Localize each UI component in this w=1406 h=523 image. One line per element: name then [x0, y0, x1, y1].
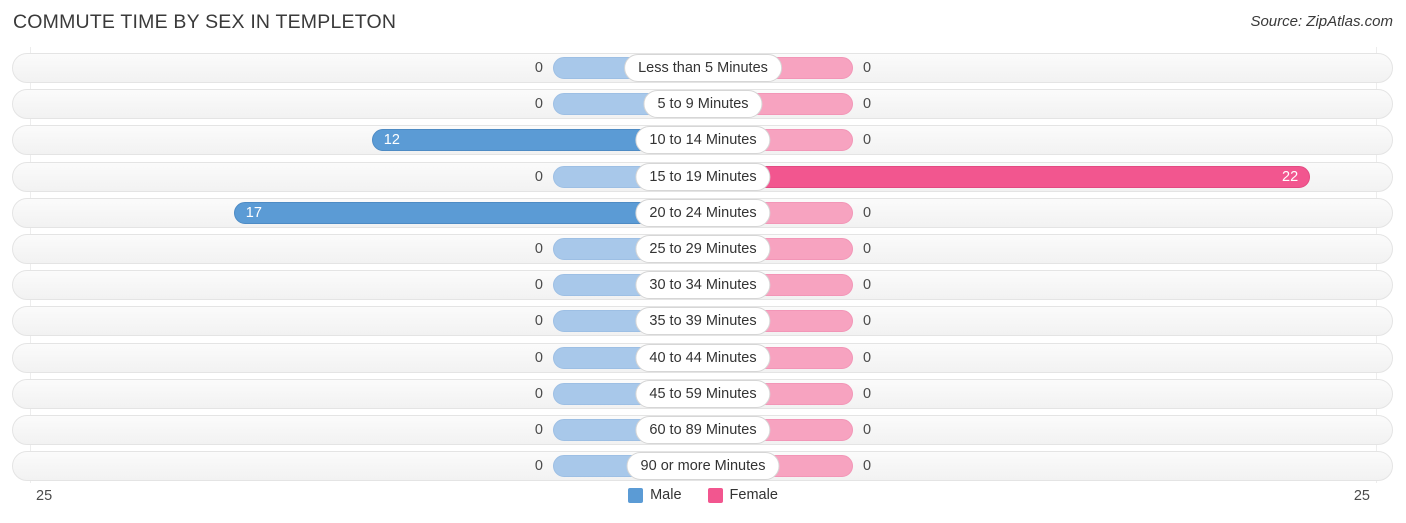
chart-legend: Male Female: [0, 487, 1406, 503]
bar-value-male: 0: [534, 313, 543, 330]
legend-item-female[interactable]: Female: [707, 487, 778, 503]
chart-footer: 25 25 Male Female: [0, 483, 1406, 523]
bar-value-female: 0: [863, 277, 872, 294]
bar-value-female: 0: [863, 422, 872, 438]
bar-value-male: 0: [534, 96, 543, 113]
bar-value-female: 0: [863, 132, 872, 149]
category-label: 90 or more Minutes: [626, 452, 780, 481]
category-label: 45 to 59 Minutes: [635, 379, 771, 408]
bar-value-male: 12: [383, 132, 400, 149]
bar-value-female: 0: [863, 349, 872, 366]
category-label: 20 to 24 Minutes: [635, 198, 771, 227]
bar-value-male: 0: [534, 385, 543, 402]
page-title: COMMUTE TIME BY SEX IN TEMPLETON: [13, 11, 397, 33]
category-label: 10 to 14 Minutes: [635, 126, 771, 155]
bar-value-male: 0: [534, 277, 543, 294]
category-label: 35 to 39 Minutes: [635, 307, 771, 336]
category-label: 25 to 29 Minutes: [635, 235, 771, 263]
diverging-bar-chart: 0 0 Less than 5 Minutes 0 0 5 to 9 Minutes 12 0…: [0, 47, 1406, 483]
category-label: 15 to 19 Minutes: [635, 162, 771, 191]
chart-row[interactable]: 12 0 10 to 14 Minutes: [12, 125, 1393, 156]
bar-value-male: 0: [534, 241, 543, 257]
chart-row[interactable]: 0 0 40 to 44 Minutes: [12, 342, 1393, 373]
bar-value-male: 0: [534, 349, 543, 366]
chart-row[interactable]: 0 22 15 to 19 Minutes: [12, 161, 1393, 192]
chart-row[interactable]: 0 0 5 to 9 Minutes: [12, 89, 1393, 120]
bar-value-male: 0: [534, 60, 543, 76]
bar-value-female: 0: [863, 204, 872, 221]
chart-row[interactable]: 0 0 25 to 29 Minutes: [12, 234, 1393, 264]
bar-female[interactable]: [703, 165, 1311, 188]
bar-value-male: 17: [245, 204, 262, 221]
bar-value-female: 22: [1282, 168, 1299, 185]
chart-header: COMMUTE TIME BY SEX IN TEMPLETON Source:…: [0, 0, 1406, 46]
category-label: 60 to 89 Minutes: [635, 416, 771, 444]
category-label: 40 to 44 Minutes: [635, 343, 771, 372]
legend-item-male[interactable]: Male: [628, 487, 682, 503]
chart-row[interactable]: 0 0 35 to 39 Minutes: [12, 306, 1393, 337]
chart-row[interactable]: 17 0 20 to 24 Minutes: [12, 197, 1393, 228]
bar-value-female: 0: [863, 96, 872, 113]
category-label: 30 to 34 Minutes: [635, 271, 771, 300]
bar-value-male: 0: [534, 168, 543, 185]
bar-value-female: 0: [863, 458, 872, 475]
bar-value-female: 0: [863, 60, 872, 76]
bar-value-female: 0: [863, 313, 872, 330]
chart-row[interactable]: 0 0 30 to 34 Minutes: [12, 270, 1393, 301]
chart-row[interactable]: 0 0 90 or more Minutes: [12, 451, 1393, 482]
legend-swatch-female-icon: [707, 487, 723, 503]
bar-value-female: 0: [863, 385, 872, 402]
chart-row[interactable]: 0 0 60 to 89 Minutes: [12, 415, 1393, 445]
source-attribution: Source: ZipAtlas.com: [1250, 13, 1393, 30]
category-label: Less than 5 Minutes: [624, 54, 782, 82]
chart-row[interactable]: 0 0 Less than 5 Minutes: [12, 53, 1393, 83]
bar-value-male: 0: [534, 458, 543, 475]
legend-label-female: Female: [729, 487, 778, 503]
category-label: 5 to 9 Minutes: [643, 90, 763, 119]
bar-value-male: 0: [534, 422, 543, 438]
legend-swatch-male-icon: [628, 487, 644, 503]
bar-value-female: 0: [863, 241, 872, 257]
chart-row[interactable]: 0 0 45 to 59 Minutes: [12, 378, 1393, 409]
legend-label-male: Male: [650, 487, 682, 503]
